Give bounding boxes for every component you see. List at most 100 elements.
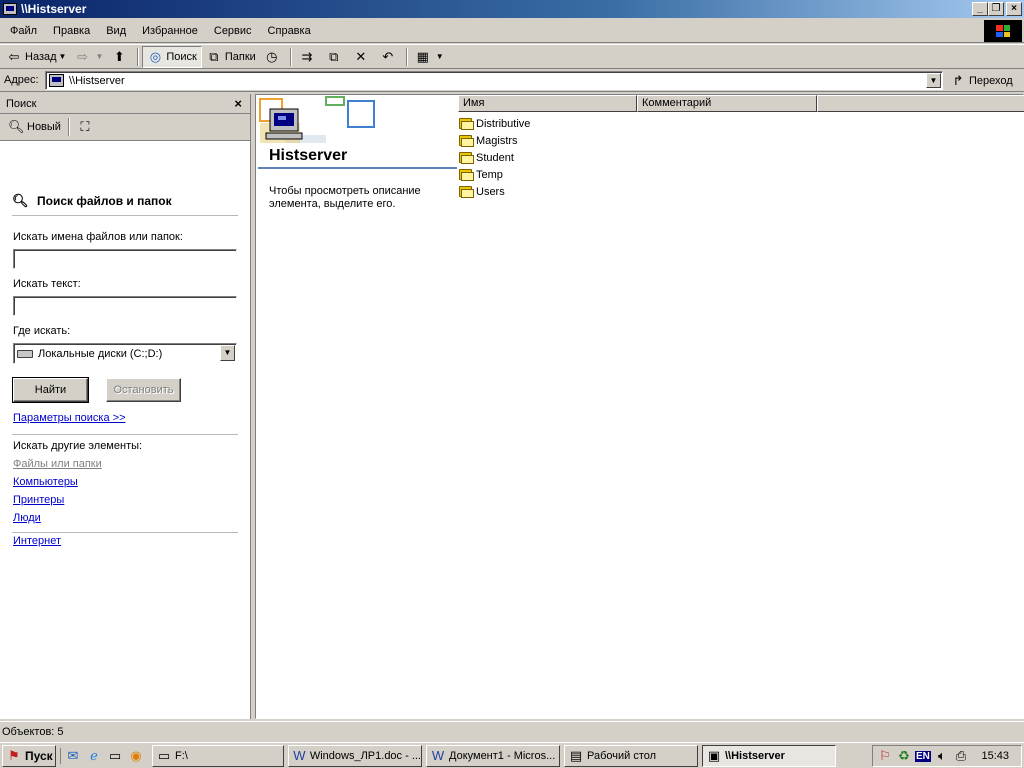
restore-button[interactable]: ❐	[988, 2, 1004, 16]
web-view-panel: Histserver Чтобы просмотреть описание эл…	[256, 95, 458, 215]
close-icon[interactable]: ×	[234, 96, 242, 111]
clock: 15:43	[981, 750, 1009, 762]
network-icon[interactable]: ⚐	[877, 748, 893, 764]
start-button[interactable]: ⚑ Пуск	[2, 744, 56, 767]
task-drive-f[interactable]: ▭ F:\	[152, 744, 284, 767]
search-files-icon: 🔍︎	[12, 193, 29, 208]
word-document-icon: W	[293, 747, 306, 763]
printers-link[interactable]: Принтеры	[13, 494, 64, 506]
task-label: Документ1 - Micros...	[449, 749, 556, 762]
show-desktop-icon[interactable]: ▭	[107, 748, 123, 764]
menu-edit[interactable]: Правка	[45, 20, 98, 42]
printer-icon[interactable]: ⎙	[953, 748, 969, 764]
task-label: Рабочий стол	[587, 749, 657, 762]
folders-label: Папки	[224, 50, 256, 63]
task-windows-doc[interactable]: W Windows_ЛР1.doc - ...	[288, 744, 422, 767]
back-label: Назад	[25, 50, 57, 63]
toolbar-separator	[67, 118, 70, 136]
language-indicator[interactable]: EN	[915, 750, 931, 762]
chevron-down-icon[interactable]: ▼	[436, 52, 444, 61]
menu-favorites[interactable]: Избранное	[134, 20, 206, 42]
windows-logo-icon: ⚑	[8, 747, 20, 763]
folders-button[interactable]: ⧉ Папки	[202, 46, 260, 68]
shared-folder-icon	[458, 168, 474, 181]
list-item[interactable]: Distributive	[458, 115, 530, 132]
task-desktop[interactable]: ▤ Рабочий стол	[564, 744, 698, 767]
where-select[interactable]: Локальные диски (C:;D:) ▼	[13, 343, 237, 364]
list-item[interactable]: Users	[458, 183, 530, 200]
computers-link[interactable]: Компьютеры	[13, 476, 78, 488]
filename-input[interactable]	[13, 249, 237, 269]
search-assistant-button[interactable]: ⛶	[73, 116, 100, 138]
volume-icon[interactable]: 🔈︎	[934, 748, 950, 764]
address-input[interactable]: \\Histserver ▼	[45, 71, 943, 90]
computer-icon	[3, 3, 17, 15]
divider	[12, 215, 238, 216]
shared-folder-icon	[458, 134, 474, 147]
antivirus-icon[interactable]: ♻	[896, 748, 912, 764]
address-label: Адрес:	[4, 74, 39, 86]
column-header-comment[interactable]: Комментарий	[637, 95, 817, 112]
list-item[interactable]: Student	[458, 149, 530, 166]
system-tray: ⚐ ♻ EN 🔈︎ ⎙ 15:43	[872, 745, 1022, 767]
new-search-button[interactable]: 🔍︎ Новый	[4, 116, 65, 138]
internet-explorer-icon[interactable]: ℯ	[86, 748, 102, 764]
search-options-link[interactable]: Параметры поиска >>	[13, 412, 126, 424]
text-input[interactable]	[13, 296, 237, 316]
server-description: Чтобы просмотреть описание элемента, выд…	[269, 185, 421, 210]
search-form-title: 🔍︎ Поиск файлов и папок	[12, 193, 172, 209]
search-form-title-text: Поиск файлов и папок	[37, 194, 172, 208]
views-button[interactable]: ▦ ▼	[411, 46, 448, 68]
up-folder-button[interactable]: ⬆	[107, 46, 134, 68]
server-title: Histserver	[269, 147, 348, 164]
delete-button[interactable]: ✕	[349, 46, 376, 68]
chevron-down-icon[interactable]: ▼	[59, 52, 67, 61]
history-button[interactable]: ◷	[260, 46, 287, 68]
menu-view[interactable]: Вид	[98, 20, 134, 42]
media-player-icon[interactable]: ◉	[128, 748, 144, 764]
go-label: Переход	[969, 75, 1013, 87]
list-item[interactable]: Temp	[458, 166, 530, 183]
item-label: Temp	[476, 168, 503, 181]
internet-link[interactable]: Интернет	[13, 535, 61, 547]
task-document1[interactable]: W Документ1 - Micros...	[426, 744, 560, 767]
computer-icon: ▣	[707, 747, 721, 763]
forward-button[interactable]: ⇨ ▼	[70, 46, 107, 68]
chevron-down-icon[interactable]: ▼	[220, 345, 235, 361]
text-label: Искать текст:	[13, 278, 81, 290]
search-pane-title: Поиск	[6, 97, 37, 110]
stop-button[interactable]: Остановить	[106, 378, 181, 402]
go-arrow-icon: ↱	[952, 73, 964, 88]
go-button[interactable]: ↱ Переход	[950, 72, 1013, 90]
hard-disk-icon	[17, 349, 33, 358]
list-item[interactable]: Magistrs	[458, 132, 530, 149]
back-button[interactable]: ⇦ Назад ▼	[2, 46, 70, 68]
move-to-icon: ⇉	[301, 48, 313, 64]
menu-file[interactable]: Файл	[2, 20, 45, 42]
file-list: Distributive Magistrs Student Temp Users	[458, 115, 530, 200]
column-header-name[interactable]: Имя	[458, 95, 637, 112]
find-button[interactable]: Найти	[12, 377, 89, 403]
minimize-button[interactable]: _	[972, 2, 988, 16]
close-button[interactable]: ×	[1006, 2, 1022, 16]
menu-help[interactable]: Справка	[260, 20, 319, 42]
forward-arrow-icon: ⇨	[77, 48, 88, 64]
undo-button[interactable]: ↶	[376, 46, 403, 68]
search-pane-toolbar: 🔍︎ Новый ⛶	[0, 114, 250, 141]
item-label: Distributive	[476, 117, 531, 130]
delete-icon: ✕	[355, 48, 367, 64]
menu-tools[interactable]: Сервис	[206, 20, 260, 42]
copy-to-button[interactable]: ⧉	[322, 46, 349, 68]
object-count: Объектов: 5	[2, 725, 64, 738]
undo-icon: ↶	[382, 48, 394, 64]
outlook-express-icon[interactable]: ✉	[65, 748, 81, 764]
people-link[interactable]: Люди	[13, 512, 41, 524]
address-dropdown-button[interactable]: ▼	[926, 73, 941, 88]
search-button[interactable]: ◎ Поиск	[142, 45, 202, 68]
task-histserver[interactable]: ▣ \\Histserver	[702, 744, 836, 767]
item-label: Users	[476, 185, 505, 198]
divider	[12, 434, 238, 435]
files-or-folders-link[interactable]: Файлы или папки	[13, 458, 102, 470]
chevron-down-icon[interactable]: ▼	[95, 52, 103, 61]
move-to-button[interactable]: ⇉	[295, 46, 322, 68]
